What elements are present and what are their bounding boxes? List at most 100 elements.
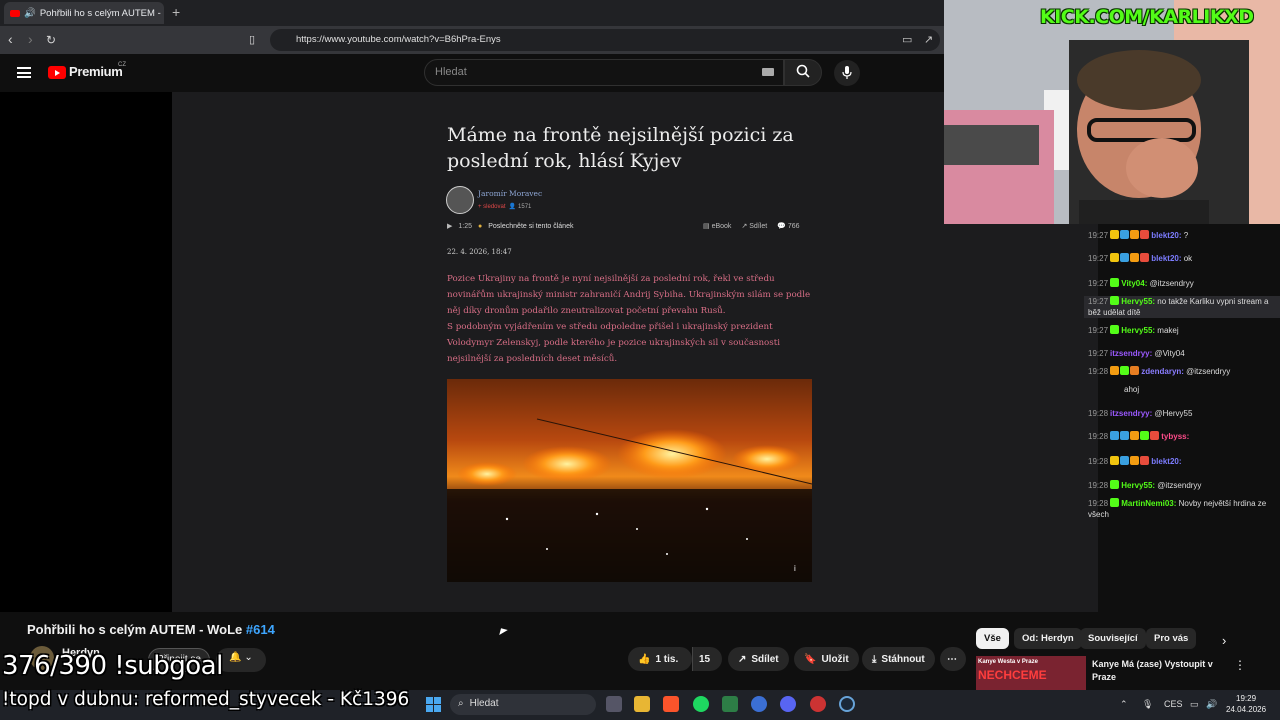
browser-tab[interactable]: 🔊 Pohřbili ho s celým AUTEM - ✕ — [4, 2, 164, 24]
chat-username[interactable]: itzsendryy: — [1110, 409, 1152, 418]
badge-icon — [1130, 366, 1140, 375]
share-page-icon[interactable]: ↗ — [924, 33, 933, 46]
dislike-button[interactable]: 15 — [692, 647, 722, 671]
video-episode-link[interactable]: #614 — [246, 622, 275, 637]
follow-link: + sledovat — [478, 204, 506, 210]
address-bar[interactable]: https://www.youtube.com/watch?v=B6hPra-E… — [270, 29, 940, 51]
author-name: Jaromír Moravec — [478, 189, 543, 198]
cast-icon[interactable]: ▭ — [902, 33, 912, 46]
webcam-overlay — [944, 0, 1280, 224]
chat-username[interactable]: Vity04: — [1121, 279, 1147, 288]
chevron-right-icon[interactable]: › — [1222, 633, 1226, 648]
badge-icon — [1140, 253, 1150, 262]
taskbar-search[interactable]: ⌕ Hledat — [450, 694, 596, 715]
share-button[interactable]: ↗ Sdílet — [728, 647, 789, 671]
badge-icon — [1110, 366, 1120, 375]
bookmark-icon[interactable]: ▯ — [249, 33, 255, 46]
chevron-up-icon[interactable]: ⌃ — [1120, 699, 1128, 710]
clock-date: 24.04.2026 — [1226, 705, 1267, 714]
chat-text: @itzsendryy — [1183, 367, 1231, 376]
chat-timestamp: 19:27 — [1088, 231, 1109, 240]
microphone-icon — [842, 66, 852, 79]
chat-username[interactable]: blekt20: — [1151, 254, 1181, 263]
chat-message: 19:27 itzsendryy: @Vity04 — [1084, 348, 1280, 359]
chat-badges — [1110, 480, 1120, 489]
discord-icon[interactable] — [780, 696, 796, 712]
notification-button[interactable]: 🔔 ⌄ — [216, 648, 266, 672]
chat-username[interactable]: Hervy55: — [1121, 297, 1155, 306]
microphone-icon[interactable]: 🎙 — [1142, 699, 1153, 710]
badge-icon — [1120, 431, 1130, 440]
windows-start-icon[interactable] — [426, 697, 441, 712]
network-icon[interactable]: ▭ — [1190, 699, 1199, 710]
chip-related[interactable]: Související — [1080, 628, 1146, 649]
recommended-menu-icon[interactable]: ⋮ — [1234, 658, 1246, 672]
chat-message: 19:27 Vity04: @itzsendryy — [1084, 278, 1280, 289]
clock-time: 19:29 — [1236, 694, 1257, 703]
chat-text: ahoj — [1124, 385, 1140, 394]
chat-badges — [1110, 253, 1150, 262]
forward-icon[interactable]: › — [28, 31, 33, 47]
mouse-cursor-icon — [499, 628, 508, 637]
chat-username[interactable]: blekt20: — [1151, 457, 1181, 466]
image-info-icon[interactable]: i — [794, 564, 796, 573]
chat-username[interactable]: tybyss: — [1161, 432, 1189, 441]
screen: 🔊 Pohřbili ho s celým AUTEM - ✕ + ‹ › ↻ … — [0, 0, 1280, 720]
voice-search-button[interactable] — [834, 60, 860, 86]
save-button[interactable]: 🔖 Uložit — [794, 647, 859, 671]
spotify-icon[interactable] — [693, 696, 709, 712]
search-button[interactable] — [784, 59, 822, 86]
kick-url-overlay: KICK.COM/KARLIKXD — [1040, 6, 1254, 28]
app-icon[interactable] — [810, 696, 826, 712]
app-icon[interactable] — [722, 696, 738, 712]
steam-icon[interactable] — [839, 696, 855, 712]
more-actions-button[interactable]: ⋯ — [940, 647, 966, 671]
reload-icon[interactable]: ↻ — [46, 33, 56, 47]
ccleaner-icon[interactable] — [751, 696, 767, 712]
brave-browser-icon[interactable] — [663, 696, 679, 712]
recommended-thumbnail[interactable]: Kanye Westa v Praze NECHCEME — [976, 656, 1086, 690]
chat-timestamp: 19:27 — [1088, 326, 1109, 335]
comment-count: 766 — [787, 223, 800, 230]
badge-icon — [1120, 230, 1130, 239]
taskbar-clock[interactable]: 19:29 24.04.2026 — [1226, 693, 1266, 715]
youtube-logo-icon[interactable] — [48, 66, 66, 79]
chat-badges — [1110, 431, 1160, 440]
chat-message: 19:28 tybyss: — [1084, 431, 1280, 442]
badge-icon — [1110, 498, 1120, 507]
chat-text: @Vity04 — [1152, 349, 1185, 358]
chip-all[interactable]: Vše — [976, 628, 1009, 649]
chip-from-channel[interactable]: Od: Herdyn — [1014, 628, 1082, 649]
like-button[interactable]: 👍 1 tis. — [628, 647, 692, 671]
chat-timestamp: 19:28 — [1088, 432, 1109, 441]
bell-icon: 🔔 — [229, 652, 242, 663]
badge-icon — [1120, 456, 1130, 465]
video-title-text: Pohřbili ho s celým AUTEM - WoLe — [27, 622, 243, 637]
task-view-icon[interactable] — [606, 696, 622, 712]
menu-icon[interactable] — [17, 67, 31, 78]
volume-icon[interactable]: 🔊 — [1206, 699, 1217, 710]
chat-username[interactable]: itzsendryy: — [1110, 349, 1152, 358]
search-input[interactable]: Hledat — [424, 59, 784, 86]
chat-username[interactable]: Hervy55: — [1121, 481, 1155, 490]
chat-username[interactable]: Hervy55: — [1121, 326, 1155, 335]
file-explorer-icon[interactable] — [634, 696, 650, 712]
author-avatar — [446, 186, 474, 214]
chat-username[interactable]: MartinNemi03: — [1121, 499, 1176, 508]
keyboard-icon[interactable] — [762, 68, 774, 76]
new-tab-button[interactable]: + — [172, 4, 180, 20]
chat-text: makej — [1155, 326, 1179, 335]
listen-label: Poslechněte si tento článek — [488, 222, 574, 230]
recommended-title[interactable]: Kanye Má (zase) Vystoupit v Praze — [1092, 658, 1222, 684]
download-button[interactable]: ⤓ Stáhnout — [862, 647, 935, 671]
keyboard-language[interactable]: CES — [1164, 699, 1183, 709]
person-icon: 👤 — [508, 204, 517, 210]
chat-username[interactable]: blekt20: — [1151, 231, 1181, 240]
chat-username[interactable]: zdendaryn: — [1141, 367, 1184, 376]
chat-message: 19:28 blekt20: — [1084, 456, 1280, 467]
chip-for-you[interactable]: Pro vás — [1146, 628, 1197, 649]
badge-icon — [1110, 431, 1120, 440]
back-icon[interactable]: ‹ — [8, 31, 13, 47]
badge-icon — [1150, 431, 1160, 440]
share-label: Sdílet — [751, 653, 779, 665]
